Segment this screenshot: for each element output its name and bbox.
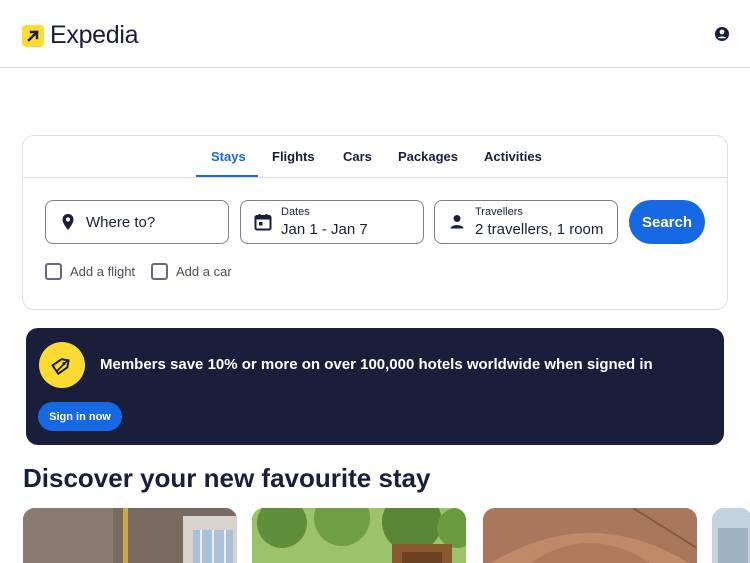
add-flight-label: Add a flight: [70, 264, 136, 279]
search-card: Stays Flights Cars Packages Activities W…: [22, 135, 728, 310]
expedia-logo-icon: [22, 24, 44, 47]
member-promo-banner: Members save 10% or more on over 100,000…: [26, 328, 724, 445]
discover-heading: Discover your new favourite stay: [23, 463, 431, 493]
person-icon: [447, 212, 467, 232]
stay-card-image-1[interactable]: [23, 508, 237, 563]
destination-field[interactable]: Where to?: [45, 200, 229, 244]
stay-card-image-4[interactable]: [712, 508, 750, 563]
tab-stays[interactable]: Stays: [211, 149, 246, 164]
travellers-value: 2 travellers, 1 room: [475, 221, 604, 238]
add-car-label: Add a car: [176, 264, 232, 279]
search-button[interactable]: Search: [629, 200, 705, 244]
dates-value: Jan 1 - Jan 7: [281, 221, 368, 238]
brand-name: Expedia: [50, 21, 139, 49]
calendar-icon: [253, 212, 273, 232]
sign-in-button[interactable]: Sign in now: [38, 402, 122, 431]
dates-label: Dates: [281, 206, 310, 218]
add-flight-checkbox[interactable]: Add a flight: [45, 263, 135, 280]
account-icon[interactable]: [712, 24, 732, 44]
location-pin-icon: [58, 212, 78, 232]
add-car-checkbox-box[interactable]: [151, 263, 168, 280]
stay-card-image-3[interactable]: [483, 508, 697, 563]
promo-message: Members save 10% or more on over 100,000…: [100, 356, 653, 373]
site-header: Expedia: [0, 0, 750, 68]
dates-field[interactable]: Dates Jan 1 - Jan 7: [240, 200, 424, 244]
price-tag-icon: [39, 342, 85, 388]
tab-flights[interactable]: Flights: [272, 149, 315, 164]
search-tabs: Stays Flights Cars Packages Activities: [23, 136, 727, 178]
travellers-field[interactable]: Travellers 2 travellers, 1 room: [434, 200, 618, 244]
tab-cars[interactable]: Cars: [343, 149, 372, 164]
destination-placeholder: Where to?: [86, 214, 156, 231]
travellers-label: Travellers: [475, 206, 523, 218]
stay-card-image-2[interactable]: [252, 508, 466, 563]
tab-packages[interactable]: Packages: [398, 149, 458, 164]
add-flight-checkbox-box[interactable]: [45, 263, 62, 280]
add-car-checkbox[interactable]: Add a car: [151, 263, 232, 280]
active-tab-indicator: [196, 175, 258, 177]
tab-activities[interactable]: Activities: [484, 149, 542, 164]
expedia-logo[interactable]: Expedia: [22, 21, 139, 50]
